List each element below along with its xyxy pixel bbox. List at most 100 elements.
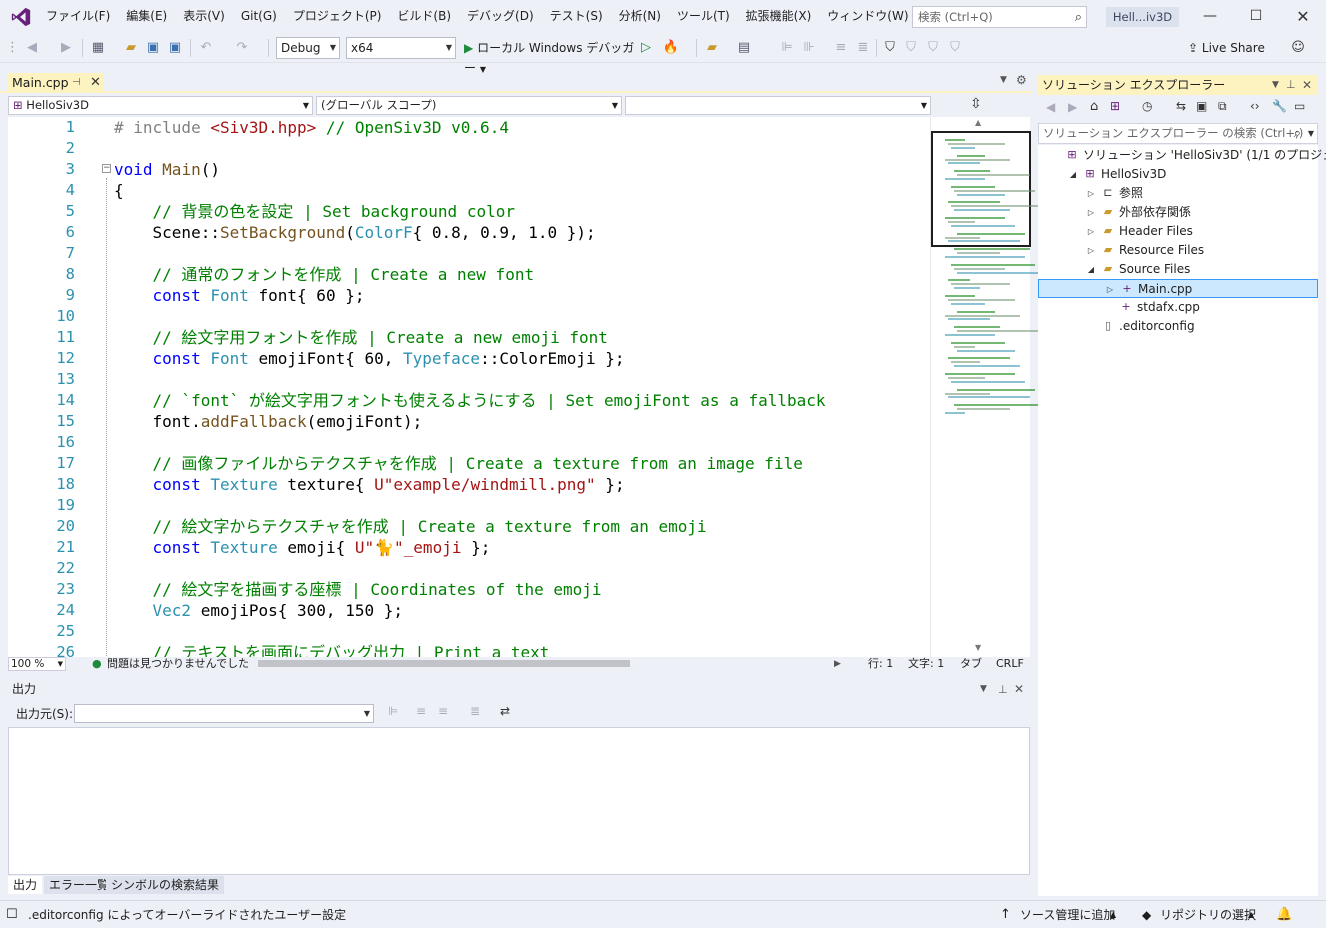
tree-item[interactable]: ⊞ ソリューション 'HelloSiv3D' (1/1 のプロジェクト) xyxy=(1038,146,1326,165)
source-control-caret-icon[interactable]: ▲ xyxy=(1110,901,1116,928)
menu-item[interactable]: ツール(T) xyxy=(669,0,738,33)
save-icon[interactable]: ▣ xyxy=(144,38,162,58)
select-repository[interactable]: リポジトリの選択 xyxy=(1160,901,1256,928)
split-editor-icon[interactable]: ⇳ xyxy=(970,96,982,112)
minimize-button[interactable]: — xyxy=(1187,0,1233,33)
minimap-scrollbar[interactable]: ▲ ▼ xyxy=(930,117,1045,657)
prev-message-icon[interactable]: ≡ xyxy=(416,704,426,718)
navigate-back-icon[interactable]: ◀ xyxy=(22,38,42,58)
output-tab[interactable]: エラー一覧 xyxy=(44,876,115,894)
code-line[interactable]: // 画像ファイルからテクスチャを作成 | Create a texture f… xyxy=(114,453,803,474)
undo-icon[interactable]: ↶ xyxy=(196,38,216,58)
menu-item[interactable]: テスト(S) xyxy=(542,0,611,33)
zoom-select[interactable]: 100 % ▼ xyxy=(8,657,66,671)
collapse-arrow-icon[interactable]: ◢ xyxy=(1068,165,1078,184)
close-tab-icon[interactable]: ✕ xyxy=(90,73,101,93)
expand-arrow-icon[interactable]: ▷ xyxy=(1086,203,1096,222)
tree-item[interactable]: ▷ ▰ Header Files xyxy=(1038,222,1318,241)
se-preview-icon[interactable]: ▭ xyxy=(1294,99,1305,113)
expand-arrow-icon[interactable]: ▷ xyxy=(1105,280,1115,299)
code-line[interactable]: const Texture emoji{ U"🐈"_emoji }; xyxy=(114,537,491,558)
solution-explorer-search-input[interactable]: ソリューション エクスプローラー の検索 (Ctrl+;) ⌕ ▼ xyxy=(1038,123,1318,144)
solution-name-badge[interactable]: Hell...iv3D xyxy=(1106,7,1179,27)
se-pending-changes-icon[interactable]: ◷ xyxy=(1142,99,1152,113)
menu-item[interactable]: 拡張機能(X) xyxy=(738,0,820,33)
line-indicator[interactable]: 行: 1 xyxy=(868,657,893,671)
bookmark-icon[interactable]: ⛉ xyxy=(882,38,898,58)
se-properties-icon[interactable]: 🔧 xyxy=(1272,99,1287,113)
scroll-up-arrow-icon[interactable]: ▲ xyxy=(975,118,981,127)
output-close-icon[interactable]: ✕ xyxy=(1014,679,1024,700)
member-dropdown[interactable]: ▼ xyxy=(625,96,931,115)
find-message-icon[interactable]: ⊫ xyxy=(388,704,398,718)
tree-item[interactable]: ▷ ▰ 外部依存関係 xyxy=(1038,203,1318,222)
uncomment-icon[interactable]: ≣ xyxy=(854,38,872,58)
project-dropdown[interactable]: ⊞ HelloSiv3D ▼ xyxy=(8,96,313,115)
collapse-arrow-icon[interactable]: ◢ xyxy=(1086,260,1096,279)
expand-arrow-icon[interactable]: ▷ xyxy=(1086,222,1096,241)
code-line[interactable]: const Font emojiFont{ 60, Typeface::Colo… xyxy=(114,348,625,369)
se-menu-icon[interactable]: ▼ xyxy=(1272,75,1279,95)
issues-status[interactable]: 問題は見つかりませんでした xyxy=(107,657,249,671)
se-back-icon[interactable]: ◀ xyxy=(1046,100,1055,114)
scroll-down-arrow-icon[interactable]: ▼ xyxy=(975,643,981,652)
output-tab[interactable]: 出力 xyxy=(8,876,43,894)
code-line[interactable]: const Texture texture{ U"example/windmil… xyxy=(114,474,625,495)
menu-item[interactable]: プロジェクト(P) xyxy=(285,0,390,33)
se-home-icon[interactable]: ⌂ xyxy=(1090,99,1098,114)
close-window-button[interactable]: ✕ xyxy=(1280,0,1326,33)
solution-platform-select[interactable]: x64 ▼ xyxy=(346,37,456,59)
solution-configuration-select[interactable]: Debug ▼ xyxy=(276,37,340,59)
expand-arrow-icon[interactable]: ▷ xyxy=(1086,184,1096,203)
horizontal-scrollbar-thumb[interactable] xyxy=(258,660,630,667)
live-share-button[interactable]: ⇪ Live Share xyxy=(1188,38,1278,58)
code-editor[interactable]: − 1 # include <Siv3D.hpp> // OpenSiv3D v0… xyxy=(8,117,930,657)
feedback-icon[interactable]: ☺ xyxy=(1288,38,1308,58)
menu-item[interactable]: 表示(V) xyxy=(175,0,233,33)
scroll-right-arrow-icon[interactable]: ▶ xyxy=(834,657,841,671)
code-line[interactable]: { xyxy=(114,180,124,201)
output-source-select[interactable]: ▼ xyxy=(74,704,374,723)
code-line[interactable]: // 通常のフォントを作成 | Create a new font xyxy=(114,264,535,285)
prev-bookmark-icon[interactable]: ⛉ xyxy=(902,38,920,58)
se-sync-icon[interactable]: ⇆ xyxy=(1176,99,1186,113)
align-left-icon[interactable]: ⊫ xyxy=(776,38,798,58)
tree-item[interactable]: ▯ .editorconfig xyxy=(1038,317,1318,336)
maximize-button[interactable]: ☐ xyxy=(1233,0,1279,33)
code-line[interactable]: Vec2 emojiPos{ 300, 150 }; xyxy=(114,600,403,621)
repository-caret-icon[interactable]: ▲ xyxy=(1248,901,1254,928)
search-input[interactable]: 検索 (Ctrl+Q) ⌕ xyxy=(912,6,1087,28)
menu-item[interactable]: ウィンドウ(W) xyxy=(819,0,916,33)
tree-item[interactable]: ▷ ▰ Resource Files xyxy=(1038,241,1318,260)
tree-item[interactable]: ◢ ▰ Source Files xyxy=(1038,260,1318,279)
visual-studio-logo-icon[interactable] xyxy=(10,6,32,28)
window-layout-icon[interactable]: ▤ xyxy=(732,38,756,58)
line-ending-indicator[interactable]: CRLF xyxy=(996,657,1024,671)
navigate-forward-icon[interactable]: ▶ xyxy=(56,38,76,58)
notifications-bell-icon[interactable]: 🔔 xyxy=(1276,901,1292,928)
output-menu-icon[interactable]: ▼ xyxy=(980,679,987,700)
menu-item[interactable]: 編集(E) xyxy=(118,0,175,33)
pin-tab-icon[interactable]: ⊣ xyxy=(72,73,81,93)
code-line[interactable]: // 絵文字を描画する座標 | Coordinates of the emoji xyxy=(114,579,602,600)
hot-reload-icon[interactable]: 🔥 xyxy=(660,38,682,58)
se-search-options-icon[interactable]: ▼ xyxy=(1308,124,1314,143)
code-line[interactable]: // 背景の色を設定 | Set background color xyxy=(114,201,515,222)
se-code-icon[interactable]: ‹› xyxy=(1250,99,1260,113)
se-show-all-icon[interactable]: ⧉ xyxy=(1218,99,1227,114)
word-wrap-icon[interactable]: ⇄ xyxy=(500,704,510,718)
code-line[interactable]: // テキストを画面にデバッグ出力 | Print a text xyxy=(114,642,550,657)
start-debugging-button[interactable]: ▶ ローカル Windows デバッガー ▼ xyxy=(464,38,644,75)
output-text-area[interactable] xyxy=(8,727,1030,875)
se-forward-icon[interactable]: ▶ xyxy=(1068,100,1077,114)
start-without-debugging-icon[interactable]: ▷ xyxy=(638,38,654,58)
tab-mode-indicator[interactable]: タブ xyxy=(960,657,982,671)
scope-dropdown[interactable]: (グローバル スコープ) ▼ xyxy=(316,96,622,115)
clear-all-icon[interactable]: ≣ xyxy=(470,704,480,718)
expand-arrow-icon[interactable]: ▷ xyxy=(1086,241,1096,260)
se-close-icon[interactable]: ✕ xyxy=(1302,75,1312,95)
code-line[interactable]: # include <Siv3D.hpp> // OpenSiv3D v0.6.… xyxy=(114,117,509,138)
output-tab[interactable]: シンボルの検索結果 xyxy=(106,876,225,894)
align-icon[interactable]: ⊪ xyxy=(800,38,818,58)
code-line[interactable]: const Font font{ 60 }; xyxy=(114,285,365,306)
